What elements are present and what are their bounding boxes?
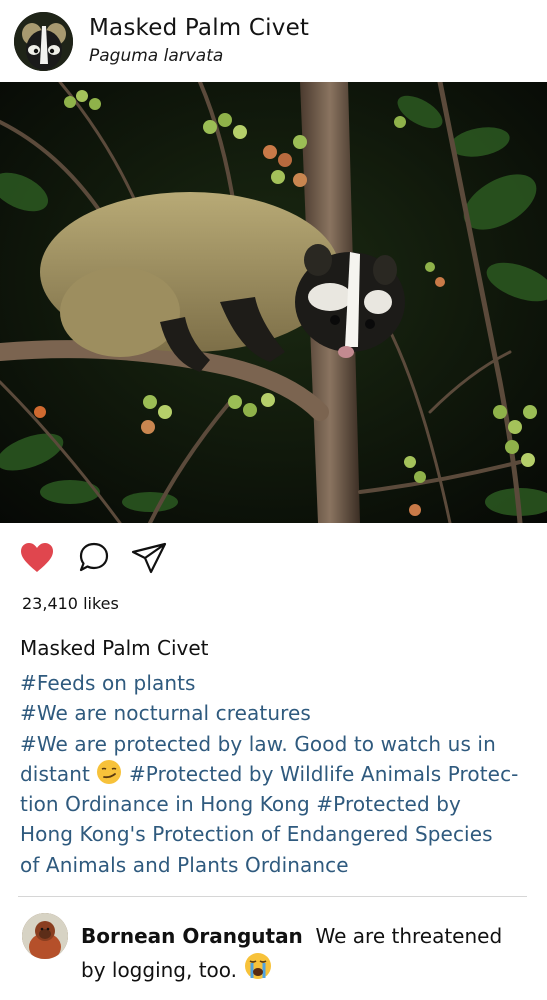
comment-bubble-icon <box>79 542 109 572</box>
smirking-face-emoji-icon <box>97 759 122 784</box>
caption-text[interactable]: distant <box>20 762 90 786</box>
like-button[interactable] <box>19 540 55 576</box>
avatar[interactable] <box>14 12 73 71</box>
heart-icon <box>21 543 53 572</box>
civet-photo <box>0 82 547 523</box>
comment-body: Bornean Orangutan We are threatened by l… <box>81 921 526 985</box>
hashtag-line[interactable]: Hong Kong's Protection of Endangered Spe… <box>20 819 535 849</box>
hashtag-text[interactable]: #Protected by Wildlife Animals Protec- <box>129 762 519 786</box>
comment-text: by logging, too. <box>81 958 238 982</box>
comment-username[interactable]: Bornean Orangutan <box>81 924 303 948</box>
post-header: Masked Palm Civet Paguma larvata <box>0 0 547 82</box>
divider <box>18 896 527 897</box>
post-actions <box>0 540 547 580</box>
page-title[interactable]: Masked Palm Civet <box>89 15 309 41</box>
avatar[interactable] <box>22 913 68 959</box>
hashtag-line[interactable]: #We are protected by law. Good to watch … <box>20 729 535 759</box>
paper-plane-icon <box>131 542 167 574</box>
likes-count[interactable]: 23,410 likes <box>22 594 119 613</box>
scientific-name: Paguma larvata <box>89 46 224 66</box>
hashtag-line[interactable]: tion Ordinance in Hong Kong #Protected b… <box>20 789 535 819</box>
caption-hashtags: #Feeds on plants #We are nocturnal creat… <box>20 668 535 880</box>
share-button[interactable] <box>131 540 167 576</box>
civet-avatar-image <box>14 12 73 71</box>
caption-title[interactable]: Masked Palm Civet <box>20 636 208 660</box>
post-photo[interactable] <box>0 82 547 523</box>
hashtag-line[interactable]: of Animals and Plants Ordinance <box>20 850 535 880</box>
comment-text: We are threatened <box>315 924 503 948</box>
comment-item: Bornean Orangutan We are threatened by l… <box>0 905 547 1000</box>
hashtag-line: distant #Protected by Wildlife Animals P… <box>20 759 535 789</box>
orangutan-avatar-image <box>22 913 68 959</box>
crying-face-emoji-icon <box>245 953 272 979</box>
comment-button[interactable] <box>77 540 113 576</box>
hashtag-line[interactable]: #We are nocturnal creatures <box>20 698 535 728</box>
hashtag-line[interactable]: #Feeds on plants <box>20 668 535 698</box>
